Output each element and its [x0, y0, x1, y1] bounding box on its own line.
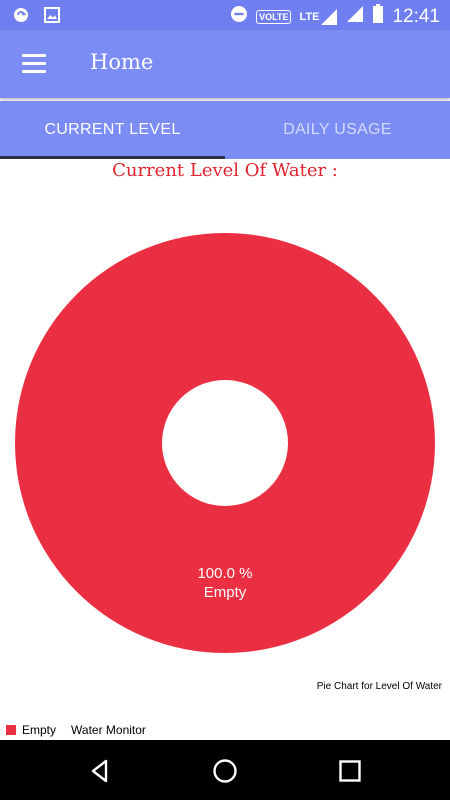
slice-value-label: 100.0 %	[197, 565, 252, 582]
tab-bar: CURRENT LEVEL DAILY USAGE	[0, 101, 450, 159]
slice-category-label: Empty	[204, 584, 247, 601]
status-right-icons: VOLTE LTE 12:41	[230, 4, 440, 29]
home-icon[interactable]	[210, 756, 240, 786]
legend-entry: Empty	[22, 723, 57, 737]
menu-icon[interactable]	[22, 54, 48, 74]
chart-heading: Current Level Of Water :	[112, 160, 338, 181]
chart-legend: Empty Water Monitor	[6, 723, 146, 737]
legend-swatch	[6, 725, 16, 735]
signal-icon	[346, 5, 364, 28]
legend-title: Water Monitor	[71, 723, 146, 737]
tab-daily-usage[interactable]: DAILY USAGE	[225, 101, 450, 159]
lte-signal: LTE	[299, 8, 338, 26]
clock: 12:41	[392, 5, 440, 27]
lte-label: LTE	[299, 10, 320, 23]
signal-icon	[321, 8, 338, 25]
page-title: Home	[90, 50, 154, 74]
status-left-icons	[12, 6, 60, 29]
image-icon	[44, 7, 60, 28]
app-bar: Home	[0, 30, 450, 98]
sync-icon	[12, 6, 30, 29]
back-icon[interactable]	[85, 756, 115, 786]
chart-description: Pie Chart for Level Of Water	[316, 681, 442, 692]
pie-chart[interactable]: 100.0 % Empty	[0, 190, 450, 710]
volte-badge: VOLTE	[256, 9, 292, 24]
do-not-disturb-icon	[230, 5, 248, 28]
status-bar: VOLTE LTE 12:41	[0, 0, 450, 30]
tab-current-level[interactable]: CURRENT LEVEL	[0, 101, 225, 159]
battery-icon	[372, 4, 384, 29]
recent-apps-icon[interactable]	[335, 756, 365, 786]
system-nav-bar	[0, 740, 450, 800]
tab-indicator	[0, 156, 225, 159]
